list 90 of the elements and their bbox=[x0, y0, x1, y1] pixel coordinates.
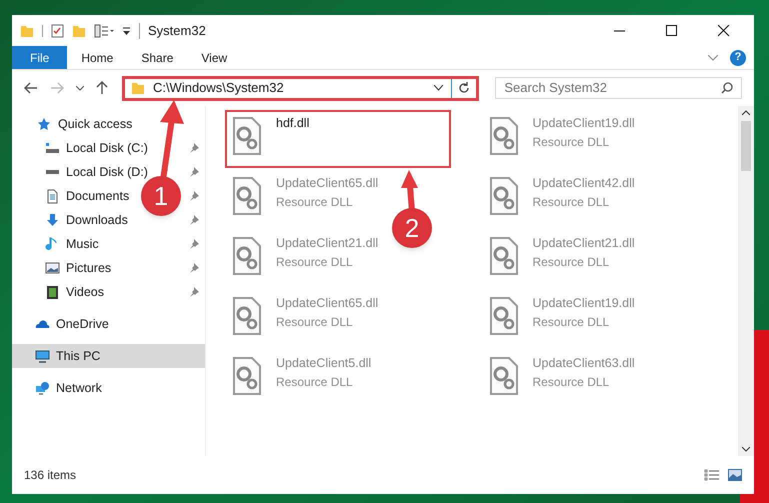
file-name: UpdateClient19.dll bbox=[532, 295, 635, 312]
chevron-down-icon[interactable] bbox=[76, 86, 84, 90]
sidebar-item[interactable]: Downloads bbox=[12, 208, 128, 232]
sidebar-label: Network bbox=[56, 380, 102, 397]
file-name: UpdateClient5.dll bbox=[276, 355, 372, 372]
sidebar-item[interactable]: Network bbox=[12, 376, 102, 400]
file-type: Resource DLL bbox=[532, 314, 610, 331]
document-icon bbox=[45, 188, 60, 204]
file-type: Resource DLL bbox=[276, 314, 354, 331]
properties-icon[interactable] bbox=[94, 24, 114, 38]
scroll-thumb[interactable] bbox=[741, 121, 751, 171]
pin-icon[interactable] bbox=[189, 143, 199, 153]
sidebar-label: Videos bbox=[66, 284, 104, 301]
item-count: 136 items bbox=[24, 467, 76, 484]
network-icon bbox=[35, 380, 50, 396]
file-type: Resource DLL bbox=[276, 254, 354, 271]
picture-icon bbox=[45, 260, 60, 276]
file-name: UpdateClient65.dll bbox=[276, 175, 378, 192]
file-type: Resource DLL bbox=[532, 254, 610, 271]
sidebar-item[interactable]: This PC bbox=[12, 344, 205, 368]
maximize-icon[interactable] bbox=[666, 24, 678, 36]
file-name: hdf.dll bbox=[276, 115, 310, 132]
help-button[interactable]: ? bbox=[730, 50, 746, 66]
pin-icon[interactable] bbox=[189, 215, 199, 225]
sidebar-item[interactable]: Local Disk (C:) bbox=[12, 136, 148, 160]
sidebar-label: Pictures bbox=[66, 260, 112, 277]
file-type: Resource DLL bbox=[276, 194, 354, 211]
star-icon bbox=[37, 116, 52, 132]
ribbon-tab[interactable]: Home bbox=[67, 46, 128, 69]
scroll-down-icon[interactable] bbox=[742, 447, 750, 452]
address-path: C:\Windows\System32 bbox=[152, 79, 285, 98]
folder-icon bbox=[130, 81, 145, 95]
file-type: Resource DLL bbox=[532, 374, 610, 391]
sidebar-label: This PC bbox=[56, 348, 100, 365]
search-icon[interactable] bbox=[721, 82, 734, 94]
checkmark-document-icon[interactable] bbox=[51, 24, 64, 38]
pin-icon[interactable] bbox=[189, 239, 199, 249]
search-placeholder: Search System32 bbox=[504, 79, 608, 98]
sidebar-item[interactable]: Quick access bbox=[12, 112, 132, 136]
ribbon-tab[interactable]: File bbox=[12, 46, 68, 69]
film-icon bbox=[45, 284, 60, 300]
computer-icon bbox=[35, 348, 50, 364]
drive-icon bbox=[45, 142, 60, 154]
sidebar-item[interactable]: OneDrive bbox=[12, 312, 109, 336]
sidebar-item[interactable]: Pictures bbox=[12, 256, 112, 280]
dll-file-icon bbox=[230, 354, 264, 398]
scrollbar[interactable] bbox=[738, 106, 754, 456]
pin-icon[interactable] bbox=[189, 191, 199, 201]
pin-icon[interactable] bbox=[189, 263, 199, 273]
pin-icon[interactable] bbox=[189, 167, 199, 177]
details-view-icon[interactable] bbox=[704, 469, 720, 481]
drive-icon bbox=[45, 169, 60, 175]
sidebar-label: Local Disk (C:) bbox=[66, 140, 148, 157]
file-name: UpdateClient19.dll bbox=[532, 115, 635, 132]
down-arrow-icon bbox=[45, 212, 60, 228]
sidebar-item[interactable]: Videos bbox=[12, 280, 104, 304]
close-icon[interactable] bbox=[718, 24, 730, 36]
sidebar-item[interactable]: Documents bbox=[12, 184, 130, 208]
file-name: UpdateClient63.dll bbox=[532, 355, 635, 372]
dll-file-icon bbox=[230, 234, 264, 278]
chevron-down-icon[interactable] bbox=[434, 85, 444, 91]
file-type: Resource DLL bbox=[532, 194, 610, 211]
address-bar[interactable]: C:\Windows\System32 bbox=[122, 76, 480, 100]
ribbon-tab[interactable]: View bbox=[187, 46, 242, 69]
sidebar-item[interactable]: Music bbox=[12, 232, 99, 256]
dll-file-icon bbox=[230, 114, 264, 158]
file-name: UpdateClient65.dll bbox=[276, 295, 378, 312]
file-name: UpdateClient21.dll bbox=[276, 235, 378, 252]
dll-file-icon bbox=[230, 174, 264, 218]
sidebar-label: Documents bbox=[66, 188, 130, 205]
up-arrow-icon[interactable] bbox=[96, 81, 108, 95]
search-field[interactable]: Search System32 bbox=[495, 77, 742, 99]
large-icons-view-icon[interactable] bbox=[728, 469, 742, 481]
ribbon-tab[interactable]: Share bbox=[127, 46, 188, 69]
sidebar-label: Downloads bbox=[66, 212, 128, 229]
file-item[interactable]: hdf.dll bbox=[225, 110, 451, 168]
sidebar-label: Quick access bbox=[58, 116, 132, 133]
back-arrow-icon[interactable] bbox=[24, 82, 38, 94]
file-name: UpdateClient21.dll bbox=[532, 235, 635, 252]
dropdown-arrow-icon[interactable] bbox=[122, 26, 131, 36]
sidebar-label: Music bbox=[66, 236, 99, 253]
file-type: Resource DLL bbox=[532, 134, 610, 151]
pin-icon[interactable] bbox=[189, 287, 199, 297]
window-title: System32 bbox=[148, 22, 206, 40]
file-type: Resource DLL bbox=[276, 374, 354, 391]
file-name: UpdateClient42.dll bbox=[532, 175, 635, 192]
sidebar-label: OneDrive bbox=[56, 316, 109, 333]
dll-file-icon bbox=[230, 294, 264, 338]
scroll-up-icon[interactable] bbox=[742, 110, 750, 115]
refresh-icon[interactable] bbox=[458, 82, 470, 94]
